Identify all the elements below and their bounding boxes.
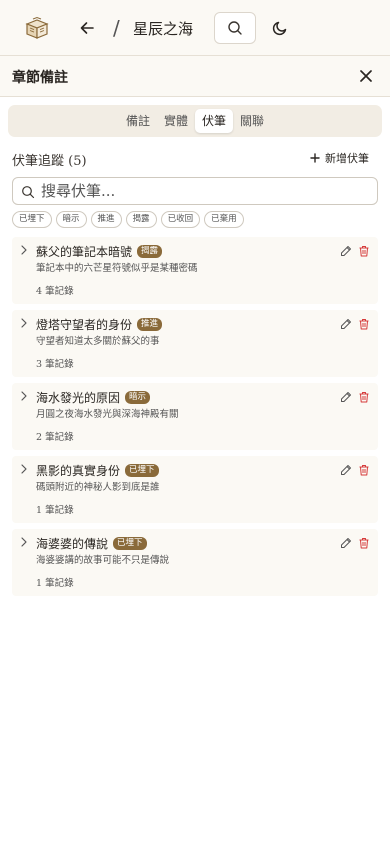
foreshadowing-item[interactable]: 燈塔守望者的身份 推進 守望者知道太多關於蘇父的事 3 筆記錄 [12, 310, 378, 377]
pencil-icon[interactable] [340, 318, 352, 330]
item-description: 海婆婆講的故事可能不只是傳說 [36, 555, 170, 566]
theme-toggle-button[interactable] [268, 16, 292, 40]
item-title: 燈塔守望者的身份 [36, 317, 133, 332]
tab-notes[interactable]: 備註 [118, 109, 158, 133]
tab-foreshadowing[interactable]: 伏筆 [195, 109, 233, 133]
status-badge: 已埋下 [125, 463, 159, 477]
item-title-row: 燈塔守望者的身份 推進 [36, 316, 163, 332]
record-count: 2 筆記錄 [36, 432, 74, 443]
filter-chip-abandoned[interactable]: 已棄用 [204, 211, 244, 228]
search-icon [228, 21, 242, 35]
item-title-row: 蘇父的筆記本暗號 揭露 [36, 243, 163, 259]
add-foreshadowing-label: 新增伏筆 [325, 152, 369, 165]
status-filters: 已埋下 暗示 推進 揭露 已收回 已棄用 [12, 211, 244, 228]
search-icon [22, 186, 35, 199]
item-title-row: 海水發光的原因 暗示 [36, 389, 151, 405]
top-app-bar: / 星辰之海 [0, 0, 390, 56]
plus-icon [310, 153, 320, 163]
foreshadowing-item[interactable]: 海婆婆的傳說 已埋下 海婆婆講的故事可能不只是傳說 1 筆記錄 [12, 529, 378, 596]
search-input[interactable] [41, 180, 371, 202]
item-title: 海婆婆的傳說 [36, 536, 109, 551]
pencil-icon[interactable] [340, 245, 352, 257]
breadcrumb-separator: / [113, 16, 120, 40]
foreshadowing-count-title: 伏筆追蹤 (5) [12, 154, 87, 169]
filter-chip-resolved[interactable]: 已收回 [160, 211, 201, 228]
chevron-right-icon[interactable] [18, 244, 30, 256]
close-icon[interactable] [356, 66, 376, 86]
filter-chip-planted[interactable]: 已埋下 [12, 211, 52, 228]
chevron-right-icon[interactable] [18, 463, 30, 475]
arrow-left-icon[interactable] [75, 14, 99, 42]
trash-icon[interactable] [358, 537, 370, 549]
record-count: 3 筆記錄 [36, 359, 74, 370]
filter-chip-hinted[interactable]: 暗示 [55, 211, 87, 228]
chevron-right-icon[interactable] [18, 536, 30, 548]
book-title[interactable]: 星辰之海 [133, 18, 193, 39]
add-foreshadowing-button[interactable]: 新增伏筆 [310, 149, 369, 167]
filter-chip-revealed[interactable]: 揭露 [125, 211, 157, 228]
status-badge: 揭露 [137, 244, 163, 258]
pencil-icon[interactable] [340, 537, 352, 549]
item-title: 海水發光的原因 [36, 390, 121, 405]
moon-icon [272, 21, 287, 36]
record-count: 1 筆記錄 [36, 505, 74, 516]
item-title: 黑影的真實身份 [36, 463, 121, 478]
panel-header: 章節備註 [0, 56, 390, 97]
pencil-icon[interactable] [340, 464, 352, 476]
item-description: 筆記本中的六芒星符號似乎是某種密碼 [36, 263, 198, 274]
item-title-row: 黑影的真實身份 已埋下 [36, 462, 159, 478]
foreshadowing-item[interactable]: 蘇父的筆記本暗號 揭露 筆記本中的六芒星符號似乎是某種密碼 4 筆記錄 [12, 237, 378, 304]
foreshadowing-item[interactable]: 黑影的真實身份 已埋下 碼頭附近的神秘人影到底是誰 1 筆記錄 [12, 456, 378, 523]
tab-entities[interactable]: 實體 [156, 109, 196, 133]
trash-icon[interactable] [358, 318, 370, 330]
search-button[interactable] [214, 12, 256, 44]
status-badge: 暗示 [125, 390, 151, 404]
foreshadowing-item[interactable]: 海水發光的原因 暗示 月圓之夜海水發光與深海神殿有關 2 筆記錄 [12, 383, 378, 450]
trash-icon[interactable] [358, 245, 370, 257]
pencil-icon[interactable] [340, 391, 352, 403]
tab-relations[interactable]: 關聯 [232, 109, 272, 133]
item-description: 碼頭附近的神秘人影到底是誰 [36, 482, 160, 493]
status-badge: 已埋下 [113, 536, 147, 550]
trash-icon[interactable] [358, 391, 370, 403]
status-badge: 推進 [137, 317, 163, 331]
record-count: 1 筆記錄 [36, 578, 74, 589]
panel-title: 章節備註 [12, 70, 68, 86]
chevron-right-icon[interactable] [18, 317, 30, 329]
chevron-right-icon[interactable] [18, 390, 30, 402]
trash-icon[interactable] [358, 464, 370, 476]
foreshadowing-search [12, 177, 378, 205]
item-description: 月圓之夜海水發光與深海神殿有關 [36, 409, 179, 420]
item-description: 守望者知道太多關於蘇父的事 [36, 336, 160, 347]
filter-chip-advanced[interactable]: 推進 [90, 211, 122, 228]
tab-bar: 備註 實體 伏筆 關聯 [8, 105, 382, 137]
item-title: 蘇父的筆記本暗號 [36, 244, 133, 259]
item-title-row: 海婆婆的傳說 已埋下 [36, 535, 147, 551]
record-count: 4 筆記錄 [36, 286, 74, 297]
book-stack-icon[interactable] [24, 15, 50, 41]
